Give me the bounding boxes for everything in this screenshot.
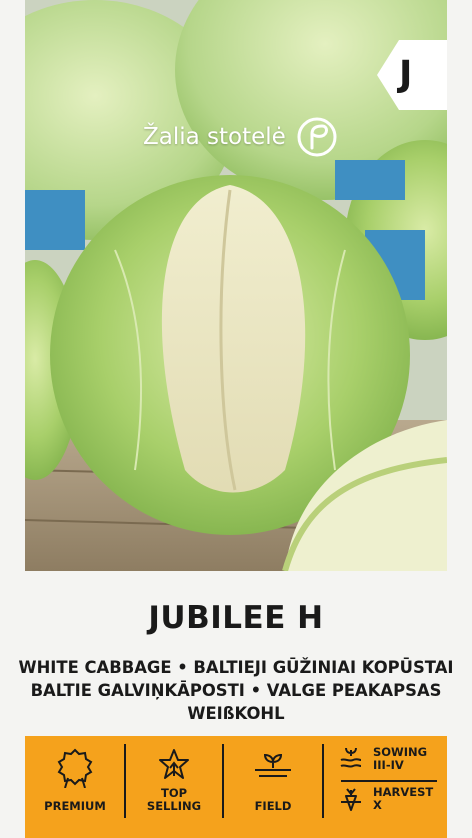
harvest-value: X xyxy=(373,798,382,812)
product-subtitle: WHITE CABBAGE • BALTIEJI GŪŽINIAI KOPŪST… xyxy=(0,656,472,725)
category-badge: J xyxy=(377,40,447,110)
feature-premium: PREMIUM xyxy=(25,736,125,838)
harvest-row: HARVEST X xyxy=(339,786,433,812)
sowing-icon xyxy=(340,747,362,768)
badge-letter: J xyxy=(399,54,413,95)
feature-schedule: SOWING III-IV HARVEST X xyxy=(323,736,447,838)
feature-top-label-2: SELLING xyxy=(146,799,202,813)
sowing-text: SOWING III-IV xyxy=(373,746,427,772)
feature-premium-label: PREMIUM xyxy=(44,799,106,813)
schedule-divider xyxy=(341,780,437,782)
brand-name: Žalia stotelė xyxy=(143,124,286,150)
feature-top-selling: TOP SELLING xyxy=(125,736,223,838)
harvest-label: HARVEST xyxy=(373,785,434,799)
sowing-row: SOWING III-IV xyxy=(339,746,427,772)
sprout-field-icon xyxy=(255,753,291,777)
brand-logo: Žalia stotelė xyxy=(143,116,338,158)
star-arrow-icon xyxy=(159,749,189,779)
harvest-text: HARVEST X xyxy=(373,786,433,812)
product-title: JUBILEE H xyxy=(148,600,324,636)
sowing-value: III-IV xyxy=(373,758,404,772)
leaf-circle-logo-icon xyxy=(297,117,337,157)
carrot-harvest-icon xyxy=(341,788,361,811)
features-bar: PREMIUM TOP SELLING FIELD SOWING III-IV … xyxy=(25,736,447,838)
subtitle-line: WEIßKOHL xyxy=(187,704,285,723)
rosette-icon xyxy=(57,748,93,788)
product-photo: Žalia stotelė J xyxy=(25,0,447,571)
feature-field: FIELD xyxy=(223,736,323,838)
subtitle-line: WHITE CABBAGE • BALTIEJI GŪŽINIAI KOPŪST… xyxy=(18,658,454,677)
subtitle-line: BALTIE GALVIŅKĀPOSTI • VALGE PEAKAPSAS xyxy=(30,681,442,700)
feature-field-label: FIELD xyxy=(254,799,292,813)
